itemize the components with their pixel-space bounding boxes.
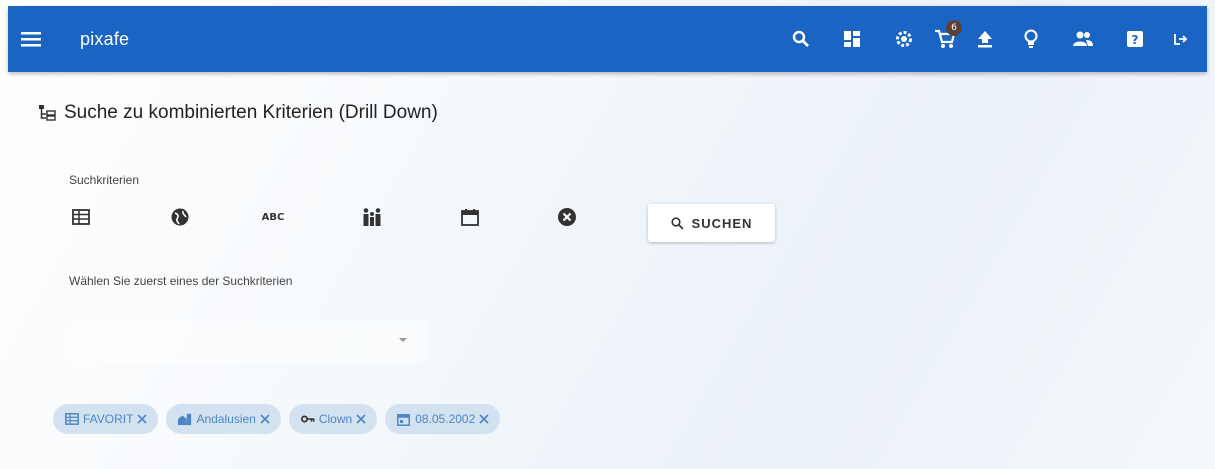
chip-andalusien[interactable]: Andalusien: [166, 404, 281, 434]
calendar-icon: [397, 412, 411, 426]
abc-icon[interactable]: ABC: [258, 206, 288, 228]
close-icon[interactable]: [137, 413, 149, 425]
people-icon[interactable]: [360, 206, 384, 228]
page-title: Suche zu kombinierten Kriterien (Drill D…: [64, 102, 438, 123]
app-bar: pixafe 6 ?: [8, 6, 1207, 72]
page-header: Suche zu kombinierten Kriterien (Drill D…: [38, 102, 438, 124]
cart-count-badge: 6: [946, 20, 962, 36]
tree-icon: [38, 103, 58, 123]
search-button[interactable]: SUCHEN: [648, 204, 775, 242]
clear-icon[interactable]: [555, 206, 579, 228]
key-icon: [300, 412, 315, 426]
dashboard-icon[interactable]: [841, 28, 863, 50]
chip-label: FAVORIT: [83, 412, 134, 426]
settings-icon[interactable]: [893, 28, 915, 50]
chip-label: Clown: [318, 412, 353, 426]
close-icon[interactable]: [479, 413, 491, 425]
chip-date[interactable]: 08.05.2002: [385, 404, 501, 434]
criteria-select[interactable]: [69, 321, 428, 363]
chip-label: 08.05.2002: [415, 412, 476, 426]
svg-text:?: ?: [1132, 33, 1139, 47]
city-icon: [178, 412, 192, 426]
search-icon[interactable]: [790, 28, 812, 50]
search-icon: [670, 216, 684, 230]
search-button-label: SUCHEN: [691, 215, 753, 231]
group-icon[interactable]: [1072, 28, 1094, 50]
table-icon: [65, 412, 79, 426]
chip-favorit[interactable]: FAVORIT: [53, 404, 159, 434]
chevron-down-icon: [399, 338, 407, 342]
globe-icon[interactable]: [168, 206, 192, 228]
upload-icon[interactable]: [974, 28, 996, 50]
abc-label: ABC: [261, 211, 285, 223]
cart-icon[interactable]: 6: [934, 20, 962, 50]
close-icon[interactable]: [260, 413, 272, 425]
hint-text: Wählen Sie zuerst eines der Suchkriterie…: [69, 274, 293, 288]
chip-clown[interactable]: Clown: [288, 404, 378, 434]
close-icon[interactable]: [356, 413, 368, 425]
chip-label: Andalusien: [196, 412, 256, 426]
calendar-icon[interactable]: [458, 206, 482, 228]
help-icon[interactable]: ?: [1124, 28, 1146, 50]
selected-criteria-chips: FAVORIT Andalusien Clown 08.05.2002: [53, 404, 508, 434]
lightbulb-icon[interactable]: [1020, 28, 1042, 50]
criteria-label: Suchkriterien: [69, 173, 140, 187]
table-icon[interactable]: [69, 206, 93, 228]
menu-icon[interactable]: [20, 28, 42, 50]
app-brand[interactable]: pixafe: [80, 29, 129, 50]
logout-icon[interactable]: [1170, 28, 1192, 50]
